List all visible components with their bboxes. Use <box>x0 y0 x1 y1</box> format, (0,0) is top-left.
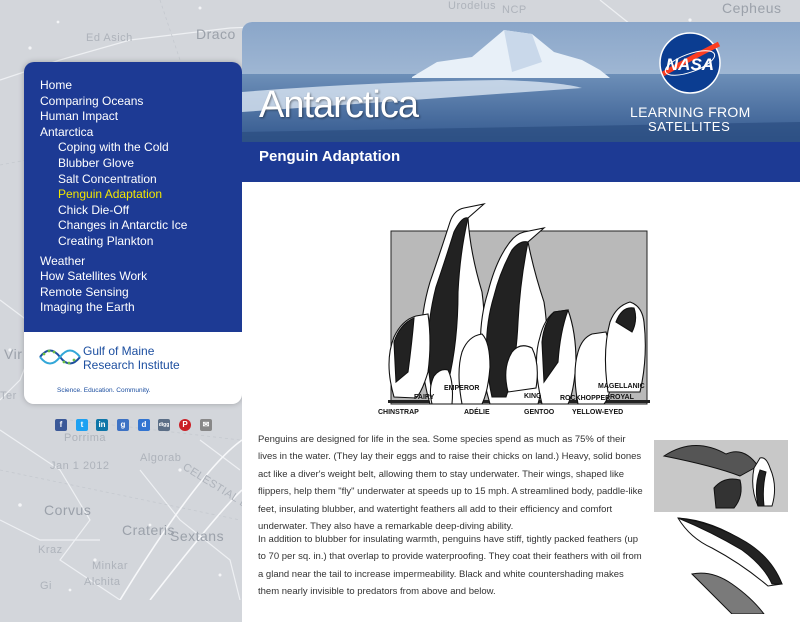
nav-item-how-satellites-work[interactable]: How Satellites Work <box>40 269 242 285</box>
star-label: NCP <box>502 4 527 16</box>
body-paragraph-1: Penguins are designed for life in the se… <box>258 434 643 533</box>
star-label: Cepheus <box>722 0 782 16</box>
nav-item-weather[interactable]: Weather <box>40 254 242 270</box>
nav-menu: Home Comparing Oceans Human Impact Antar… <box>24 62 242 332</box>
main-panel: Antarctica NASA LEARNING FROM SATELLITES… <box>242 22 800 622</box>
page-title: Antarctica <box>259 84 419 126</box>
nav-item-comparing-oceans[interactable]: Comparing Oceans <box>40 94 242 110</box>
species-label: ROYAL <box>610 394 635 401</box>
gmri-name-line1: Gulf of Maine <box>83 344 155 358</box>
googleplus-icon[interactable]: g <box>117 419 129 431</box>
nav-item-remote-sensing[interactable]: Remote Sensing <box>40 285 242 301</box>
star-label: Ed Asich <box>86 32 133 44</box>
linkedin-icon[interactable]: in <box>96 419 108 431</box>
star-label: Kraz <box>38 544 63 556</box>
species-label: CHINSTRAP <box>378 409 419 416</box>
species-label: EMPEROR <box>444 385 479 392</box>
star-label: Urodelus <box>448 0 497 12</box>
star-label: Vir <box>4 346 23 362</box>
email-icon[interactable]: ✉ <box>200 419 212 431</box>
nasa-wordmark: NASA <box>666 55 714 74</box>
nav-subitem-creating-plankton[interactable]: Creating Plankton <box>40 234 242 250</box>
nav-subitem-coping-with-the-cold[interactable]: Coping with the Cold <box>40 140 242 156</box>
species-label: MAGELLANIC <box>598 383 645 390</box>
body-paragraph-2: In addition to blubber for insulating wa… <box>258 534 642 598</box>
species-label: GENTOO <box>524 409 555 416</box>
learning-from-satellites-line1: LEARNING FROM <box>630 104 751 120</box>
star-label: Algorab <box>140 452 182 464</box>
pinterest-icon[interactable]: P <box>179 419 191 431</box>
nav-subitem-penguin-adaptation[interactable]: Penguin Adaptation <box>40 187 242 203</box>
star-label: Corvus <box>44 502 92 518</box>
digg-icon[interactable]: digg <box>158 419 170 431</box>
gmri-tagline: Science. Education. Community. <box>57 387 151 394</box>
species-label: ADÉLIE <box>464 407 490 416</box>
gmri-logo-link[interactable]: Gulf of Maine Research Institute Science… <box>24 332 242 404</box>
facebook-icon[interactable]: f <box>55 419 67 431</box>
gmri-name-line2: Research Institute <box>83 358 180 372</box>
nav-item-human-impact[interactable]: Human Impact <box>40 109 242 125</box>
gmri-wave-icon <box>39 349 81 365</box>
nav-subitem-salt-concentration[interactable]: Salt Concentration <box>40 172 242 188</box>
star-label: Minkar <box>92 560 129 572</box>
star-label: Crateris <box>122 522 176 538</box>
nav-item-home[interactable]: Home <box>40 78 242 94</box>
penguin-flapping-illustration <box>654 440 788 512</box>
penguin-species-illustration: EMPEROR KING MAGELLANIC FAIRY ROCKHOPPER… <box>378 203 650 416</box>
nav-subitem-chick-die-off[interactable]: Chick Die-Off <box>40 203 242 219</box>
star-label: Draco <box>196 26 236 42</box>
species-label: ROCKHOPPER <box>560 395 610 402</box>
penguin-swimming-illustration <box>677 517 783 614</box>
section-title: Penguin Adaptation <box>259 148 401 165</box>
twitter-icon[interactable]: t <box>76 419 88 431</box>
star-label: Jan 1 2012 <box>50 460 110 472</box>
nav-panel: Home Comparing Oceans Human Impact Antar… <box>24 62 242 404</box>
nav-item-imaging-the-earth[interactable]: Imaging the Earth <box>40 300 242 316</box>
nav-subitem-changes-in-antarctic-ice[interactable]: Changes in Antarctic Ice <box>40 218 242 234</box>
star-label: Gi <box>40 580 52 592</box>
species-label: FAIRY <box>414 394 435 401</box>
learning-from-satellites-line2: SATELLITES <box>648 119 731 134</box>
nav-subitem-blubber-glove[interactable]: Blubber Glove <box>40 156 242 172</box>
species-label: KING <box>524 393 542 400</box>
star-label: Alchita <box>84 576 121 588</box>
nav-item-antarctica[interactable]: Antarctica <box>40 125 242 141</box>
star-label: Sextans <box>170 528 225 544</box>
star-label: Porrima <box>64 432 107 444</box>
nasa-logo-icon[interactable]: NASA <box>657 30 723 96</box>
species-label: YELLOW-EYED <box>572 409 623 416</box>
star-label: Ter <box>0 390 17 402</box>
delicious-icon[interactable]: d <box>138 419 150 431</box>
